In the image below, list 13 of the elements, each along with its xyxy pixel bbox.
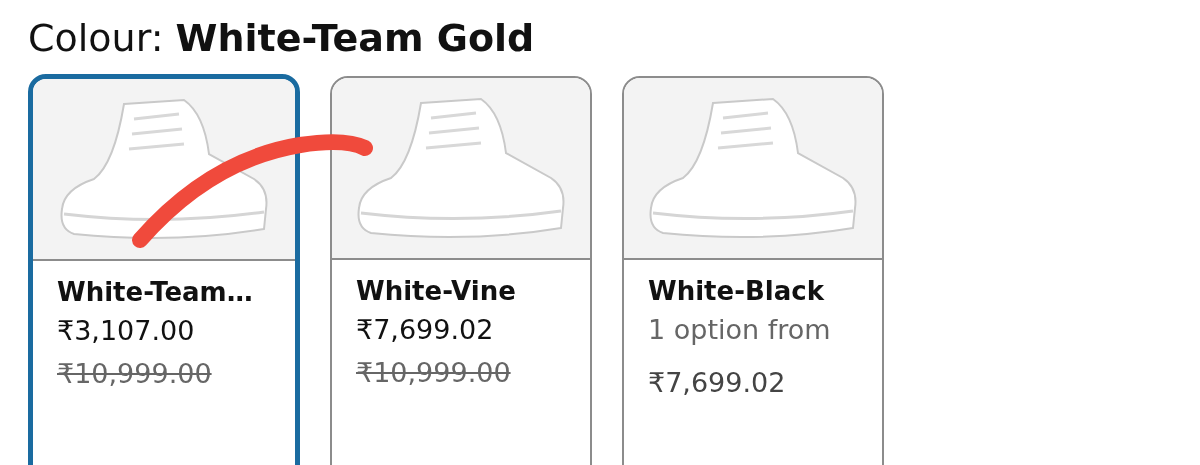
colour-name: White-Black (648, 276, 825, 306)
colour-swatch[interactable]: White-Team… ₹3,107.00 ₹10,999.00 (28, 74, 300, 465)
colour-swatch[interactable]: White-Black 1 option from ₹7,699.02 (622, 76, 884, 465)
colour-name: White-Team… (57, 277, 254, 307)
options-text: 1 option from (648, 314, 832, 345)
colour-swatch[interactable]: White-Vine ₹7,699.02 ₹10,999.00 (330, 76, 592, 465)
colour-name: White-Vine (356, 276, 517, 306)
price: ₹3,107.00 (57, 315, 196, 346)
price: ₹7,699.02 (356, 314, 495, 345)
colour-heading: Colour: White-Team Gold (28, 16, 536, 60)
list-price: ₹10,999.00 (57, 358, 213, 389)
list-price: ₹10,999.00 (356, 357, 512, 388)
price: ₹7,699.02 (648, 367, 787, 398)
